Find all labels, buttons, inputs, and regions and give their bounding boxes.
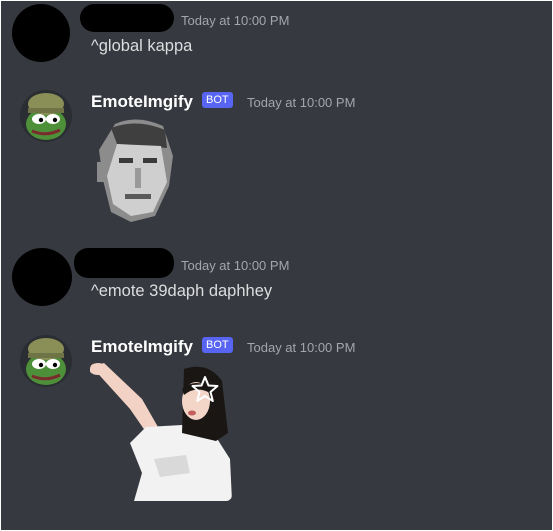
message-2: EmoteImgify BOT Today at 10:00 PM: [0, 80, 553, 230]
star-icon-shape: [191, 376, 219, 402]
message-timestamp: Today at 10:00 PM: [247, 340, 356, 355]
message-timestamp: Today at 10:00 PM: [181, 258, 290, 273]
user-avatar-redacted[interactable]: [12, 248, 72, 306]
bot-badge: BOT: [202, 92, 233, 108]
username-redacted[interactable]: [74, 248, 174, 278]
pepe-soldier-avatar-icon: [26, 93, 66, 140]
message-4: EmoteImgify BOT Today at 10:00 PM: [0, 325, 553, 525]
bot-username[interactable]: EmoteImgify: [91, 92, 193, 112]
kappa-face-icon: [97, 119, 173, 222]
star-icon[interactable]: [191, 375, 219, 403]
message-text: ^global kappa: [91, 37, 193, 55]
pepe-soldier-avatar-icon: [26, 338, 66, 385]
message-1: Today at 10:00 PM ^global kappa: [0, 0, 553, 70]
bot-username[interactable]: EmoteImgify: [91, 337, 193, 357]
bot-badge: BOT: [202, 337, 233, 353]
message-text: ^emote 39daph daphhey: [91, 282, 273, 300]
bot-avatar[interactable]: [20, 335, 72, 387]
message-timestamp: Today at 10:00 PM: [181, 13, 290, 28]
bot-avatar[interactable]: [20, 90, 72, 142]
user-avatar-redacted[interactable]: [12, 4, 70, 62]
message-timestamp: Today at 10:00 PM: [247, 95, 356, 110]
message-3: Today at 10:00 PM ^emote 39daph daphhey: [0, 240, 553, 310]
username-redacted[interactable]: [80, 4, 174, 32]
kappa-emote-image[interactable]: [97, 116, 177, 224]
